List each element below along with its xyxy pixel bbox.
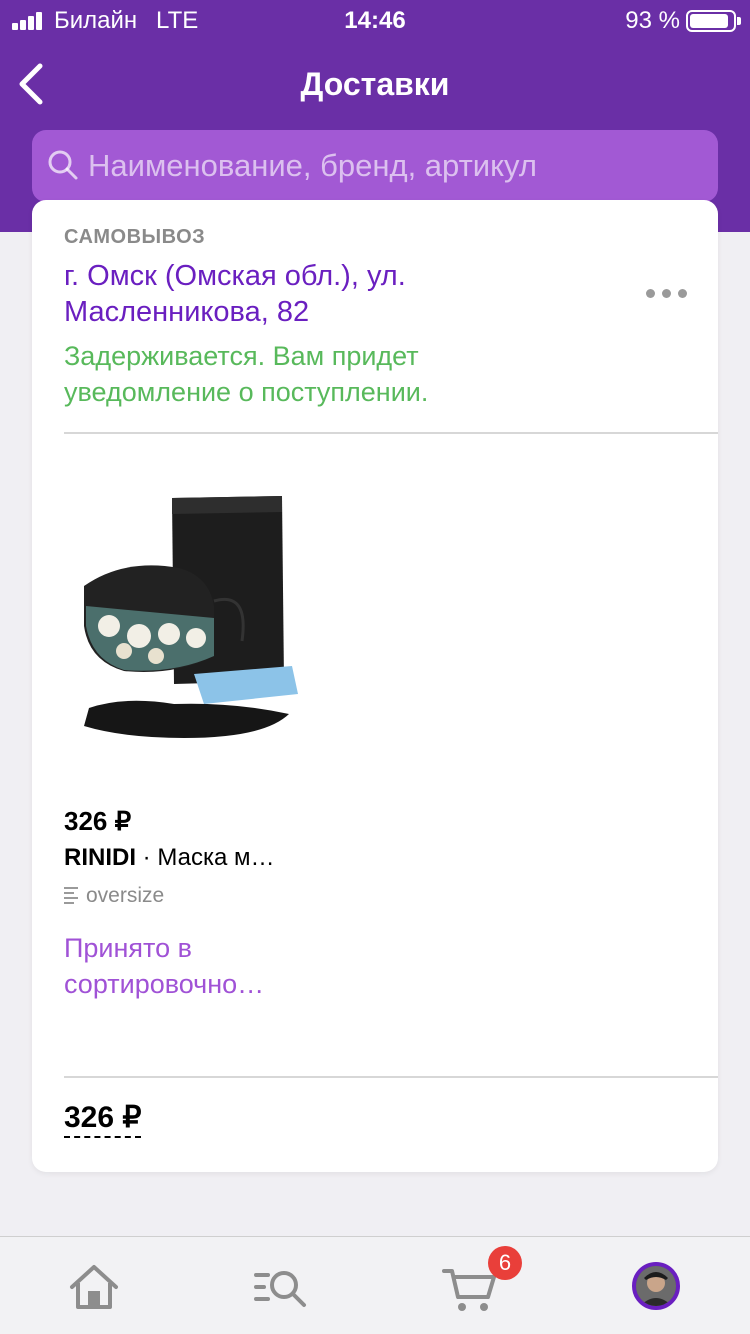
total-price[interactable]: 326 ₽ — [64, 1102, 142, 1138]
size-value: oversize — [86, 884, 165, 907]
product-title: Маска м… — [157, 844, 275, 871]
product-price: 326 ₽ — [64, 806, 132, 836]
order-status: Принято в сортировочно… — [64, 933, 265, 999]
status-bar: Билайн LTE 14:46 93 % — [0, 0, 750, 42]
product-brand: RINIDI — [64, 844, 136, 871]
product-size: oversize — [64, 884, 164, 908]
profile-avatar[interactable] — [632, 1262, 680, 1310]
pickup-label: САМОВЫВОЗ — [64, 226, 206, 248]
battery-percent: 93 % — [625, 7, 680, 34]
product-image[interactable] — [64, 476, 314, 766]
battery-icon — [686, 10, 741, 32]
divider — [64, 432, 718, 434]
catalog-search-icon — [254, 1271, 306, 1307]
name-separator: · — [136, 844, 158, 871]
pickup-address[interactable]: г. Омск (Омская обл.), ул. Масленникова,… — [64, 258, 584, 330]
tab-home[interactable] — [64, 1257, 124, 1317]
product-name[interactable]: RINIDI · Маска м… — [64, 844, 274, 872]
home-icon — [70, 1265, 118, 1309]
tab-catalog[interactable] — [250, 1257, 310, 1317]
search-icon — [48, 150, 78, 180]
divider — [64, 1076, 718, 1078]
cart-badge: 6 — [488, 1246, 522, 1280]
search-bar[interactable] — [32, 130, 718, 202]
delay-message: Задерживается. Вам придет уведомление о … — [64, 341, 429, 407]
more-options-button[interactable] — [640, 284, 692, 302]
page-title: Доставки — [300, 66, 450, 102]
search-input[interactable] — [88, 130, 708, 202]
size-icon — [64, 887, 78, 905]
header: Билайн LTE 14:46 93 % Доставки — [0, 0, 750, 232]
